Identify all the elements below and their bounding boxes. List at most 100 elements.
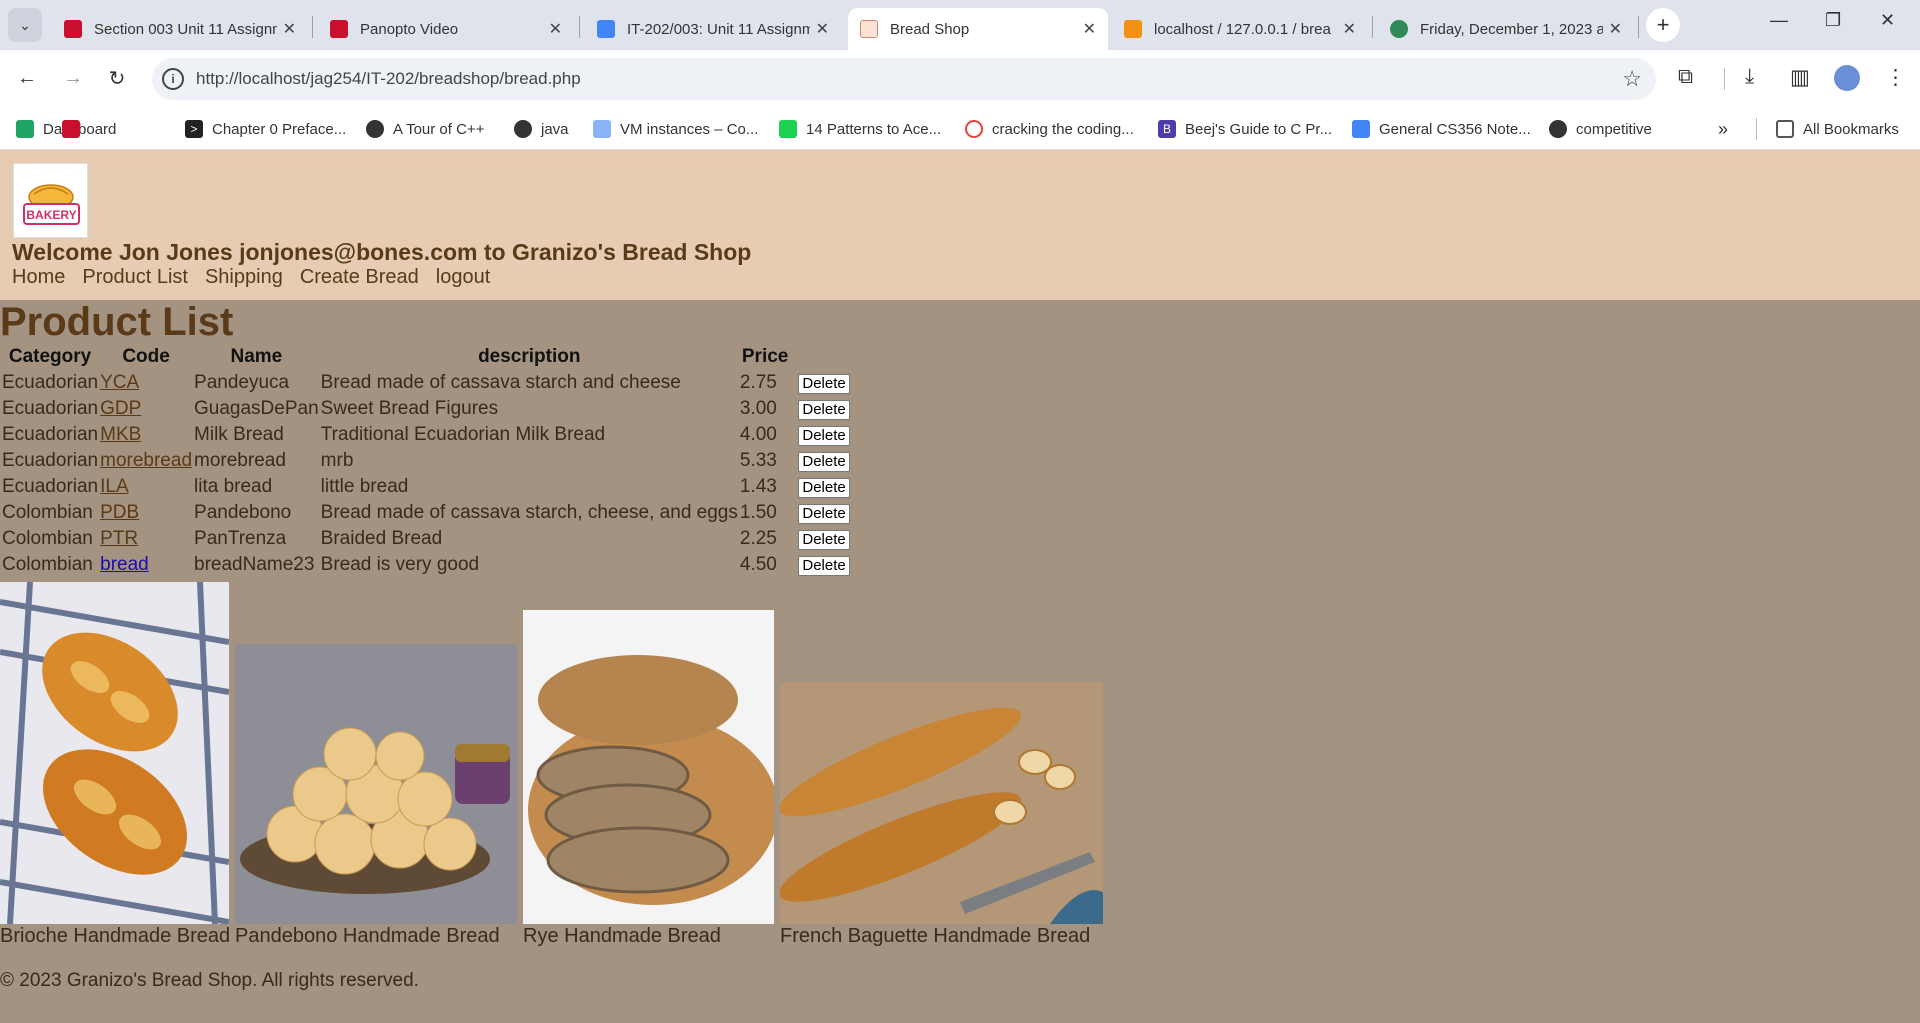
url-text[interactable]: http://localhost/jag254/IT-202/breadshop…	[196, 69, 581, 89]
delete-button[interactable]: Delete	[798, 477, 850, 498]
cell-price: 4.50	[739, 554, 777, 575]
tab-bread-shop[interactable]: Bread Shop ✕	[848, 8, 1108, 50]
tab-search-button[interactable]: ⌄	[8, 8, 42, 42]
forward-arrow-icon[interactable]: →	[58, 63, 88, 93]
nav-logout-link[interactable]: logout	[436, 266, 491, 289]
bookmark-14-patterns[interactable]: 14 Patterns to Ace...	[779, 116, 941, 142]
address-bar[interactable]: i http://localhost/jag254/IT-202/breadsh…	[152, 58, 1656, 100]
product-code-link[interactable]: PDB	[100, 502, 139, 523]
close-tab-icon[interactable]: ✕	[816, 19, 829, 39]
delete-button[interactable]: Delete	[798, 373, 850, 394]
cell-action: Delete	[792, 526, 850, 552]
more-bookmarks-chevron-icon[interactable]: »	[1718, 116, 1728, 142]
cell-category: Colombian	[2, 502, 93, 523]
nav-create-bread-link[interactable]: Create Bread	[300, 266, 419, 289]
nav-shipping-link[interactable]: Shipping	[205, 266, 283, 289]
bookmark-tour-cpp[interactable]: A Tour of C++	[366, 116, 484, 142]
delete-button[interactable]: Delete	[798, 399, 850, 420]
bookmark-competitive[interactable]: competitive	[1549, 116, 1652, 142]
site-nav: Home Product List Shipping Create Bread …	[12, 266, 490, 289]
product-code-link[interactable]: bread	[100, 554, 149, 575]
product-code-link[interactable]: ILA	[100, 476, 129, 497]
delete-button[interactable]: Delete	[798, 555, 850, 576]
cell-description: Braided Bread	[320, 528, 443, 549]
page-title: Product List	[0, 300, 234, 344]
download-icon[interactable]: ⤓	[1745, 65, 1754, 89]
cell-category: Ecuadorian	[2, 476, 99, 497]
bookmark-vm-instances[interactable]: VM instances – Co...	[593, 116, 758, 142]
bookmark-java[interactable]: java	[514, 116, 569, 142]
back-arrow-icon[interactable]: ←	[12, 63, 42, 93]
table-row: Ecuadorian GDP GuagasDePan Sweet Bread Figu…	[2, 396, 850, 422]
delete-button[interactable]: Delete	[798, 529, 850, 550]
header-category: Category	[8, 346, 92, 367]
minimize-icon[interactable]: —	[1770, 10, 1788, 31]
bookmarks-bar: Dashboard > Chapter 0 Preface... A Tour …	[0, 108, 1920, 150]
close-tab-icon[interactable]: ✕	[1343, 19, 1356, 39]
tab-it202-assignment[interactable]: IT-202/003: Unit 11 Assignm ✕	[585, 8, 841, 50]
table-row: Ecuadorian MKB Milk Bread Traditional Ecuad…	[2, 422, 850, 448]
bookmark-cracking-coding[interactable]: cracking the coding...	[965, 116, 1134, 142]
product-code-link[interactable]: MKB	[100, 424, 141, 445]
brioche-photo	[0, 582, 229, 924]
cell-price: 1.50	[739, 502, 777, 523]
cell-action: Delete	[792, 552, 850, 578]
product-code-link[interactable]: morebread	[100, 450, 192, 471]
cell-action: Delete	[792, 422, 850, 448]
pandebono-photo	[235, 644, 517, 924]
all-bookmarks-button[interactable]: All Bookmarks	[1776, 116, 1899, 142]
close-tab-icon[interactable]: ✕	[549, 19, 562, 39]
bookmark-chapter-0[interactable]: > Chapter 0 Preface...	[185, 116, 346, 142]
bookmark-beejs-guide[interactable]: B Beej's Guide to C Pr...	[1158, 116, 1332, 142]
new-tab-button[interactable]: +	[1646, 8, 1680, 42]
delete-button[interactable]: Delete	[798, 503, 850, 524]
close-tab-icon[interactable]: ✕	[283, 19, 296, 39]
nav-home-link[interactable]: Home	[12, 266, 65, 289]
reload-icon[interactable]: ↻	[102, 63, 132, 93]
side-panel-icon[interactable]: ▥	[1790, 65, 1810, 90]
globe-icon	[366, 120, 384, 138]
bookmark-njit[interactable]	[62, 116, 89, 142]
cell-category: Ecuadorian	[2, 450, 99, 471]
menu-kebab-icon[interactable]: ⋮	[1885, 65, 1906, 90]
delete-button[interactable]: Delete	[798, 451, 850, 472]
delete-button[interactable]: Delete	[798, 425, 850, 446]
profile-avatar[interactable]	[1834, 65, 1860, 91]
tab-panopto-video[interactable]: Panopto Video ✕	[318, 8, 574, 50]
google-docs-icon	[597, 20, 615, 38]
restore-icon[interactable]: ❐	[1825, 10, 1841, 31]
bookmark-cs356-notes[interactable]: General CS356 Note...	[1352, 116, 1531, 142]
tab-phpmyadmin[interactable]: localhost / 127.0.0.1 / brea ✕	[1112, 8, 1368, 50]
google-icon	[965, 120, 983, 138]
google-docs-icon	[1352, 120, 1370, 138]
table-row: Ecuadorian YCA Pandeyuca Bread made of cass…	[2, 370, 850, 396]
close-tab-icon[interactable]: ✕	[1083, 19, 1096, 39]
google-drive-icon	[16, 120, 34, 138]
product-code-link[interactable]: GDP	[100, 398, 141, 419]
nav-product-list-link[interactable]: Product List	[82, 266, 188, 289]
header-name: Name	[230, 346, 283, 367]
header-price: Price	[741, 346, 789, 367]
close-window-icon[interactable]: ✕	[1880, 10, 1895, 31]
tab-section-003[interactable]: Section 003 Unit 11 Assignm ✕	[52, 8, 308, 50]
globe-icon	[1549, 120, 1567, 138]
cell-name: PanTrenza	[194, 528, 287, 549]
welcome-message: Welcome Jon Jones jonjones@bones.com to …	[12, 239, 752, 265]
close-tab-icon[interactable]: ✕	[1609, 19, 1622, 39]
tab-calendar-date[interactable]: Friday, December 1, 2023 a ✕	[1378, 8, 1634, 50]
product-code-link[interactable]: PTR	[100, 528, 138, 549]
pandebono-caption: Pandebono Handmade Bread	[235, 925, 500, 947]
cpu-chip-icon	[593, 120, 611, 138]
baguette-caption: French Baguette Handmade Bread	[780, 925, 1091, 947]
njit-favicon-icon	[64, 20, 82, 38]
bakery-logo: BAKERY	[13, 163, 88, 238]
bookmark-star-icon[interactable]: ☆	[1622, 66, 1642, 92]
cell-description: Bread is very good	[320, 554, 480, 575]
site-info-icon[interactable]: i	[162, 68, 184, 90]
cell-name: morebread	[194, 450, 286, 471]
cell-code: ILA	[100, 474, 192, 500]
extensions-icon[interactable]: ⧉	[1678, 65, 1693, 89]
cell-action: Delete	[792, 500, 850, 526]
product-code-link[interactable]: YCA	[100, 372, 139, 393]
cell-name: GuagasDePan	[194, 398, 319, 419]
